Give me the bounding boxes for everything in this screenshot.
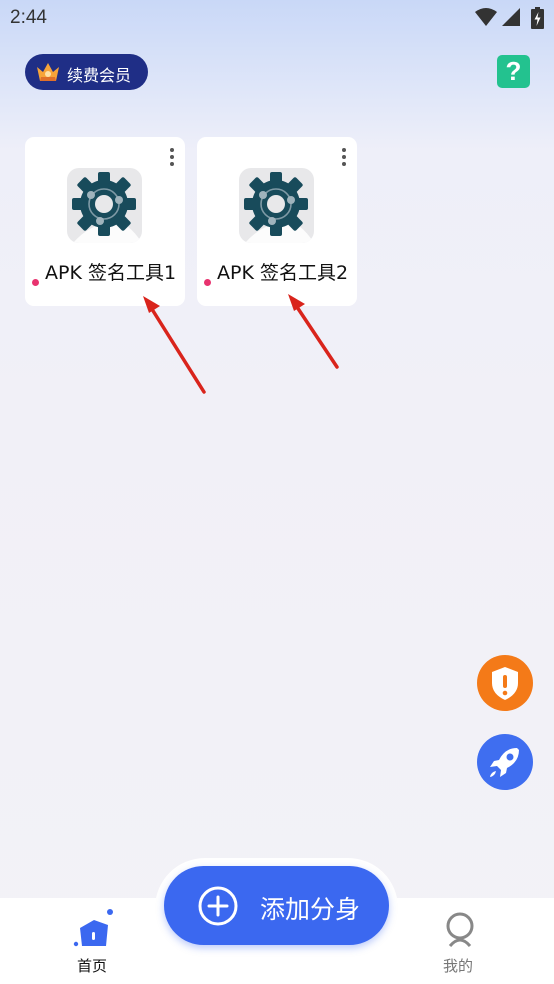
wifi-icon: [475, 8, 497, 26]
battery-charging-icon: [531, 7, 544, 29]
plus-circle-icon: [198, 886, 238, 926]
add-clone-button[interactable]: 添加分身: [164, 866, 389, 945]
status-time: 2:44: [10, 7, 47, 28]
gear-app-icon: [239, 168, 314, 243]
gear-app-icon: [67, 168, 142, 243]
running-indicator-dot: [32, 279, 39, 286]
security-shield-button[interactable]: [477, 655, 533, 711]
more-vertical-icon[interactable]: [341, 148, 347, 170]
nav-home[interactable]: 首页: [60, 898, 130, 984]
app-card[interactable]: APK 签名工具2: [197, 137, 357, 306]
rocket-icon: [490, 748, 519, 777]
app-card[interactable]: APK 签名工具1: [25, 137, 185, 306]
crown-icon: [37, 63, 59, 81]
nav-mine[interactable]: 我的: [426, 898, 496, 984]
help-button[interactable]: ?: [497, 55, 530, 88]
add-clone-label: 添加分身: [260, 895, 361, 924]
speed-up-button[interactable]: [477, 734, 533, 790]
app-name: APK 签名工具2: [217, 262, 349, 284]
running-indicator-dot: [204, 279, 211, 286]
nav-home-label: 首页: [77, 957, 108, 975]
annotation-arrow: [143, 296, 206, 394]
profile-icon: [446, 912, 474, 948]
more-vertical-icon[interactable]: [169, 148, 175, 170]
renew-membership-button[interactable]: 续费会员: [25, 54, 148, 90]
status-bar: 2:44: [0, 0, 554, 38]
signal-icon: [502, 8, 520, 26]
home-icon: [73, 909, 113, 947]
app-name: APK 签名工具1: [45, 262, 177, 284]
nav-mine-label: 我的: [443, 957, 474, 975]
renew-membership-label: 续费会员: [67, 66, 132, 85]
shield-alert-icon: [492, 667, 518, 700]
